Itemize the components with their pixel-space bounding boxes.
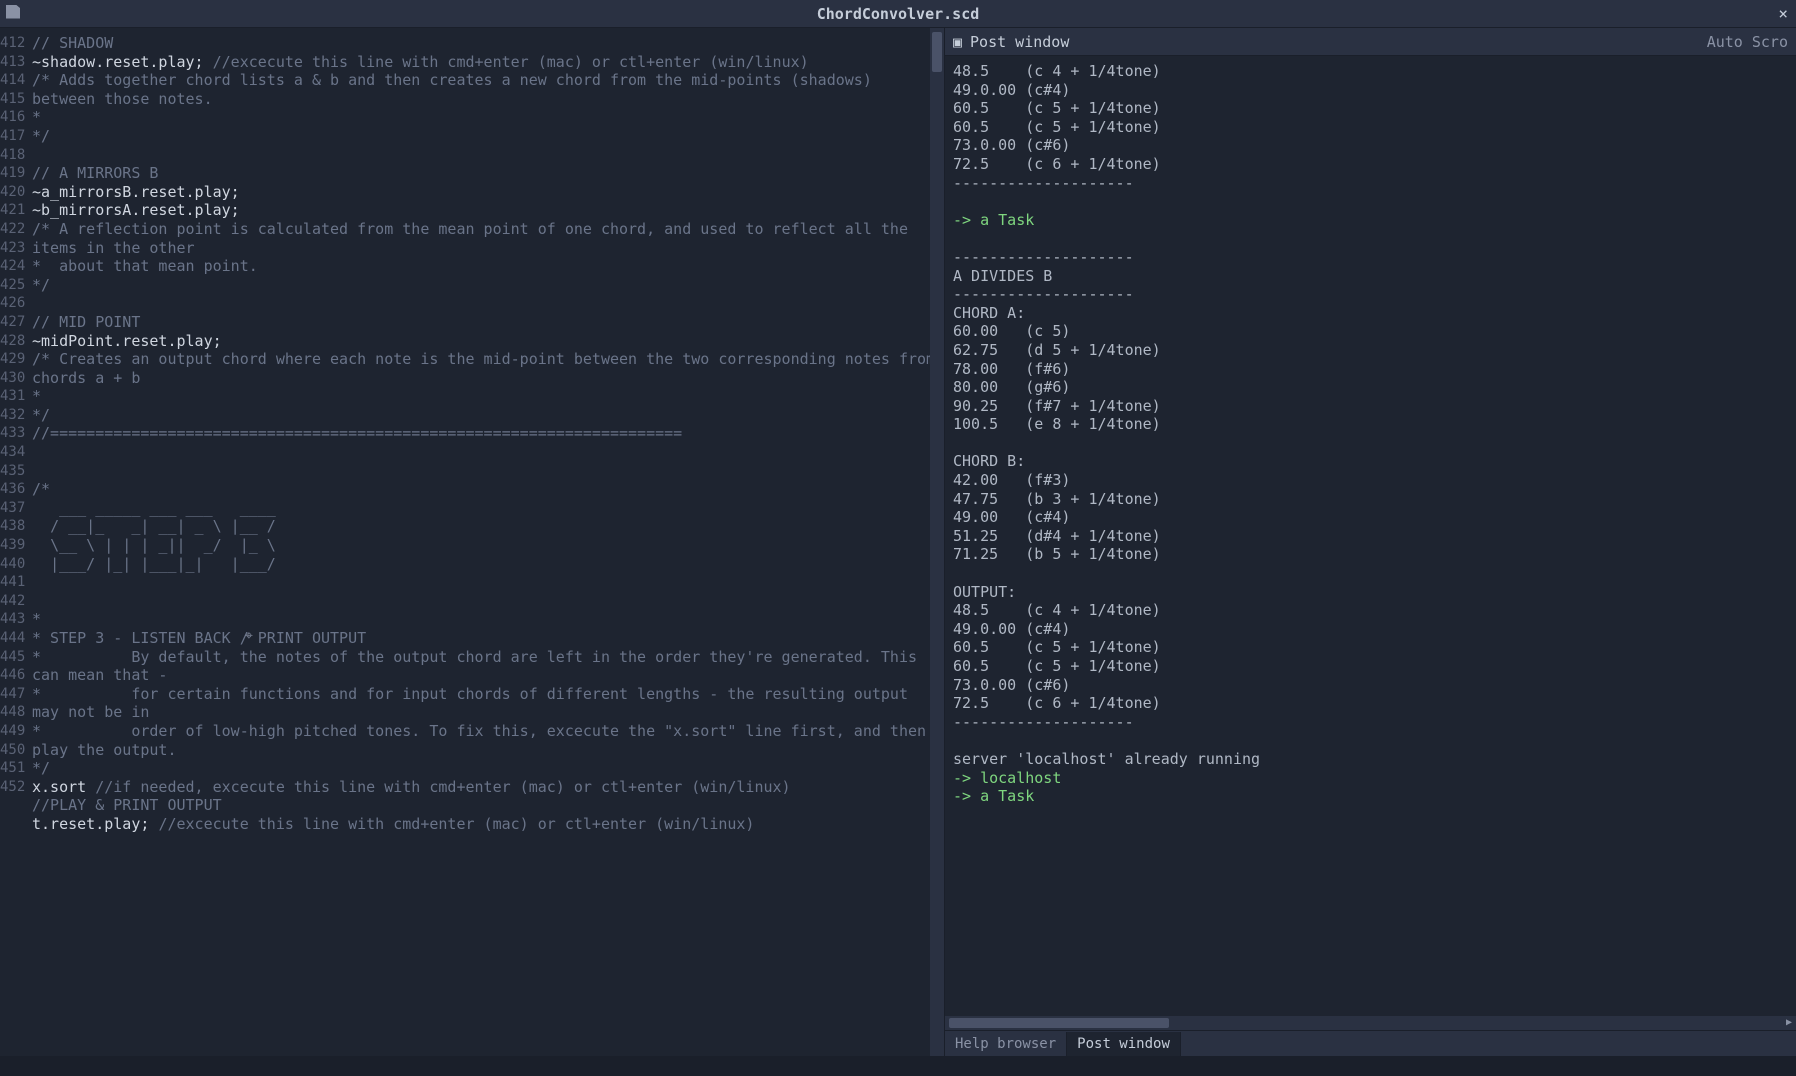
text-cursor: ⌖	[245, 628, 257, 646]
scroll-right-icon[interactable]: ▶	[1782, 1016, 1796, 1030]
post-scrollbar-horizontal[interactable]: ◀ ▶	[945, 1016, 1796, 1030]
file-title: ChordConvolver.scd	[817, 5, 980, 23]
post-window-icon: ▣	[953, 33, 962, 51]
line-gutter: 4124134144154164174184194204214224234244…	[0, 28, 28, 1056]
titlebar: ChordConvolver.scd ×	[0, 0, 1796, 28]
bottom-tabs: Help browser Post window	[945, 1030, 1796, 1056]
main-area: 4124134144154164174184194204214224234244…	[0, 28, 1796, 1056]
file-icon	[0, 5, 30, 23]
auto-scroll-label[interactable]: Auto Scro	[1707, 33, 1788, 51]
editor-pane[interactable]: 4124134144154164174184194204214224234244…	[0, 28, 945, 1056]
tab-post-window[interactable]: Post window	[1067, 1032, 1181, 1056]
post-window-titlebar: ▣ Post window Auto Scro	[945, 28, 1796, 56]
post-window-title: Post window	[970, 33, 1069, 51]
tab-help-browser[interactable]: Help browser	[945, 1032, 1067, 1056]
post-window-content[interactable]: 48.5 (c 4 + 1/4tone)49.0.00 (c#4)60.5 (c…	[945, 56, 1796, 1016]
statusbar	[0, 1056, 1796, 1076]
post-window-pane: ▣ Post window Auto Scro 48.5 (c 4 + 1/4t…	[945, 28, 1796, 1056]
close-button[interactable]: ×	[1778, 4, 1788, 23]
code-editor[interactable]: // SHADOW~shadow.reset.play; //excecute …	[28, 28, 944, 1056]
editor-scrollbar-vertical[interactable]	[930, 28, 944, 1056]
scroll-thumb[interactable]	[949, 1018, 1169, 1028]
scroll-thumb[interactable]	[932, 32, 942, 72]
